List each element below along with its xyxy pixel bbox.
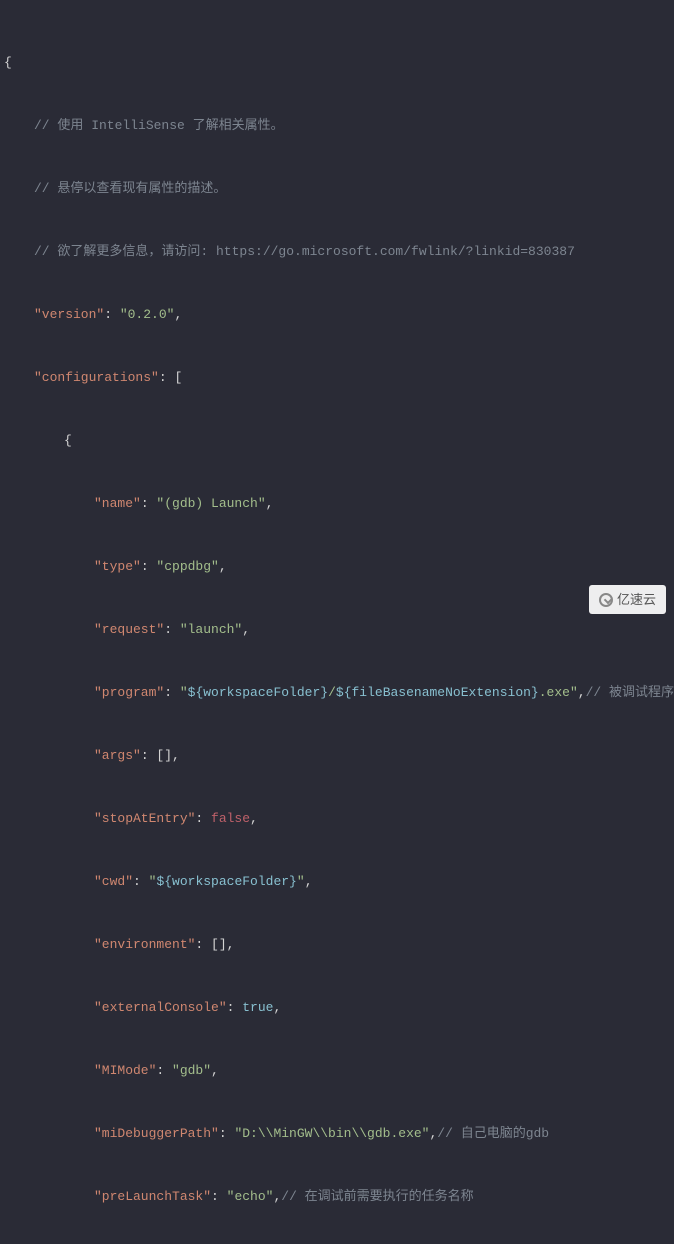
- code-line: "version": "0.2.0",: [4, 304, 674, 325]
- colon: :: [164, 685, 180, 700]
- json-key: "version": [34, 307, 104, 322]
- colon: :: [133, 874, 149, 889]
- json-string: "${workspaceFolder}": [149, 874, 305, 889]
- colon: :: [164, 622, 180, 637]
- comma: ,: [250, 811, 258, 826]
- watermark-text: 亿速云: [617, 589, 656, 610]
- comment: // 使用 IntelliSense 了解相关属性。: [34, 118, 284, 133]
- comment: // 被调试程序: [586, 685, 674, 700]
- comma: ,: [578, 685, 586, 700]
- colon: :: [195, 937, 211, 952]
- colon: :: [219, 1126, 235, 1141]
- code-line: "name": "(gdb) Launch",: [4, 493, 674, 514]
- comment: // 欲了解更多信息，请访问: https://go.microsoft.com…: [34, 244, 575, 259]
- json-key: "preLaunchTask": [94, 1189, 211, 1204]
- colon: :: [159, 370, 175, 385]
- json-bool: true: [242, 1000, 273, 1015]
- code-line: "externalConsole": true,: [4, 997, 674, 1018]
- code-line: // 欲了解更多信息，请访问: https://go.microsoft.com…: [4, 241, 674, 262]
- watermark-badge: 亿速云: [589, 585, 666, 614]
- watermark-icon: [599, 593, 613, 607]
- comma: ,: [273, 1189, 281, 1204]
- code-line: {: [4, 430, 674, 451]
- comma: ,: [305, 874, 313, 889]
- json-key: "program": [94, 685, 164, 700]
- bracket-open: [: [174, 370, 182, 385]
- code-line: "cwd": "${workspaceFolder}",: [4, 871, 674, 892]
- comma: ,: [429, 1126, 437, 1141]
- colon: :: [227, 1000, 243, 1015]
- comma: ,: [219, 559, 227, 574]
- code-line: "configurations": [: [4, 367, 674, 388]
- json-key: "miDebuggerPath": [94, 1126, 219, 1141]
- colon: :: [104, 307, 120, 322]
- colon: :: [141, 496, 157, 511]
- comma: ,: [266, 496, 274, 511]
- brace-open: {: [4, 55, 12, 70]
- json-key: "args": [94, 748, 141, 763]
- colon: :: [195, 811, 211, 826]
- code-editor[interactable]: { // 使用 IntelliSense 了解相关属性。 // 悬停以查看现有属…: [4, 10, 674, 1244]
- json-bool: false: [211, 811, 250, 826]
- code-line: "miDebuggerPath": "D:\\MinGW\\bin\\gdb.e…: [4, 1123, 674, 1144]
- json-key: "configurations": [34, 370, 159, 385]
- json-key: "MIMode": [94, 1063, 156, 1078]
- comma: ,: [172, 748, 180, 763]
- placeholder-var: ${workspaceFolder}: [156, 874, 296, 889]
- json-key: "type": [94, 559, 141, 574]
- json-string: "launch": [180, 622, 242, 637]
- comment: // 悬停以查看现有属性的描述。: [34, 181, 226, 196]
- json-string: "(gdb) Launch": [156, 496, 265, 511]
- colon: :: [211, 1189, 227, 1204]
- json-string: "D:\\MinGW\\bin\\gdb.exe": [234, 1126, 429, 1141]
- json-key: "stopAtEntry": [94, 811, 195, 826]
- json-string: "gdb": [172, 1063, 211, 1078]
- json-string: "${workspaceFolder}/${fileBasenameNoExte…: [180, 685, 578, 700]
- comment: // 在调试前需要执行的任务名称: [281, 1189, 473, 1204]
- json-key: "name": [94, 496, 141, 511]
- json-string: "cppdbg": [156, 559, 218, 574]
- code-line: "environment": [],: [4, 934, 674, 955]
- code-line: "request": "launch",: [4, 619, 674, 640]
- json-key: "cwd": [94, 874, 133, 889]
- placeholder-var: ${workspaceFolder}: [188, 685, 328, 700]
- code-line: // 使用 IntelliSense 了解相关属性。: [4, 115, 674, 136]
- empty-array: []: [156, 748, 172, 763]
- code-line: "preLaunchTask": "echo",// 在调试前需要执行的任务名称: [4, 1186, 674, 1207]
- comma: ,: [273, 1000, 281, 1015]
- code-line: "args": [],: [4, 745, 674, 766]
- comma: ,: [211, 1063, 219, 1078]
- colon: :: [156, 1063, 172, 1078]
- code-line: "MIMode": "gdb",: [4, 1060, 674, 1081]
- json-key: "environment": [94, 937, 195, 952]
- placeholder-var: ${fileBasenameNoExtension}: [336, 685, 539, 700]
- code-line: // 悬停以查看现有属性的描述。: [4, 178, 674, 199]
- empty-array: []: [211, 937, 227, 952]
- code-line: "stopAtEntry": false,: [4, 808, 674, 829]
- comment: // 自己电脑的gdb: [437, 1126, 549, 1141]
- json-string: "echo": [227, 1189, 274, 1204]
- json-key: "externalConsole": [94, 1000, 227, 1015]
- comma: ,: [227, 937, 235, 952]
- comma: ,: [174, 307, 182, 322]
- json-string: "0.2.0": [120, 307, 175, 322]
- colon: :: [141, 748, 157, 763]
- brace-open: {: [64, 433, 72, 448]
- colon: :: [141, 559, 157, 574]
- code-line: "type": "cppdbg",: [4, 556, 674, 577]
- comma: ,: [242, 622, 250, 637]
- code-line: {: [4, 52, 674, 73]
- code-line: "program": "${workspaceFolder}/${fileBas…: [4, 682, 674, 703]
- json-key: "request": [94, 622, 164, 637]
